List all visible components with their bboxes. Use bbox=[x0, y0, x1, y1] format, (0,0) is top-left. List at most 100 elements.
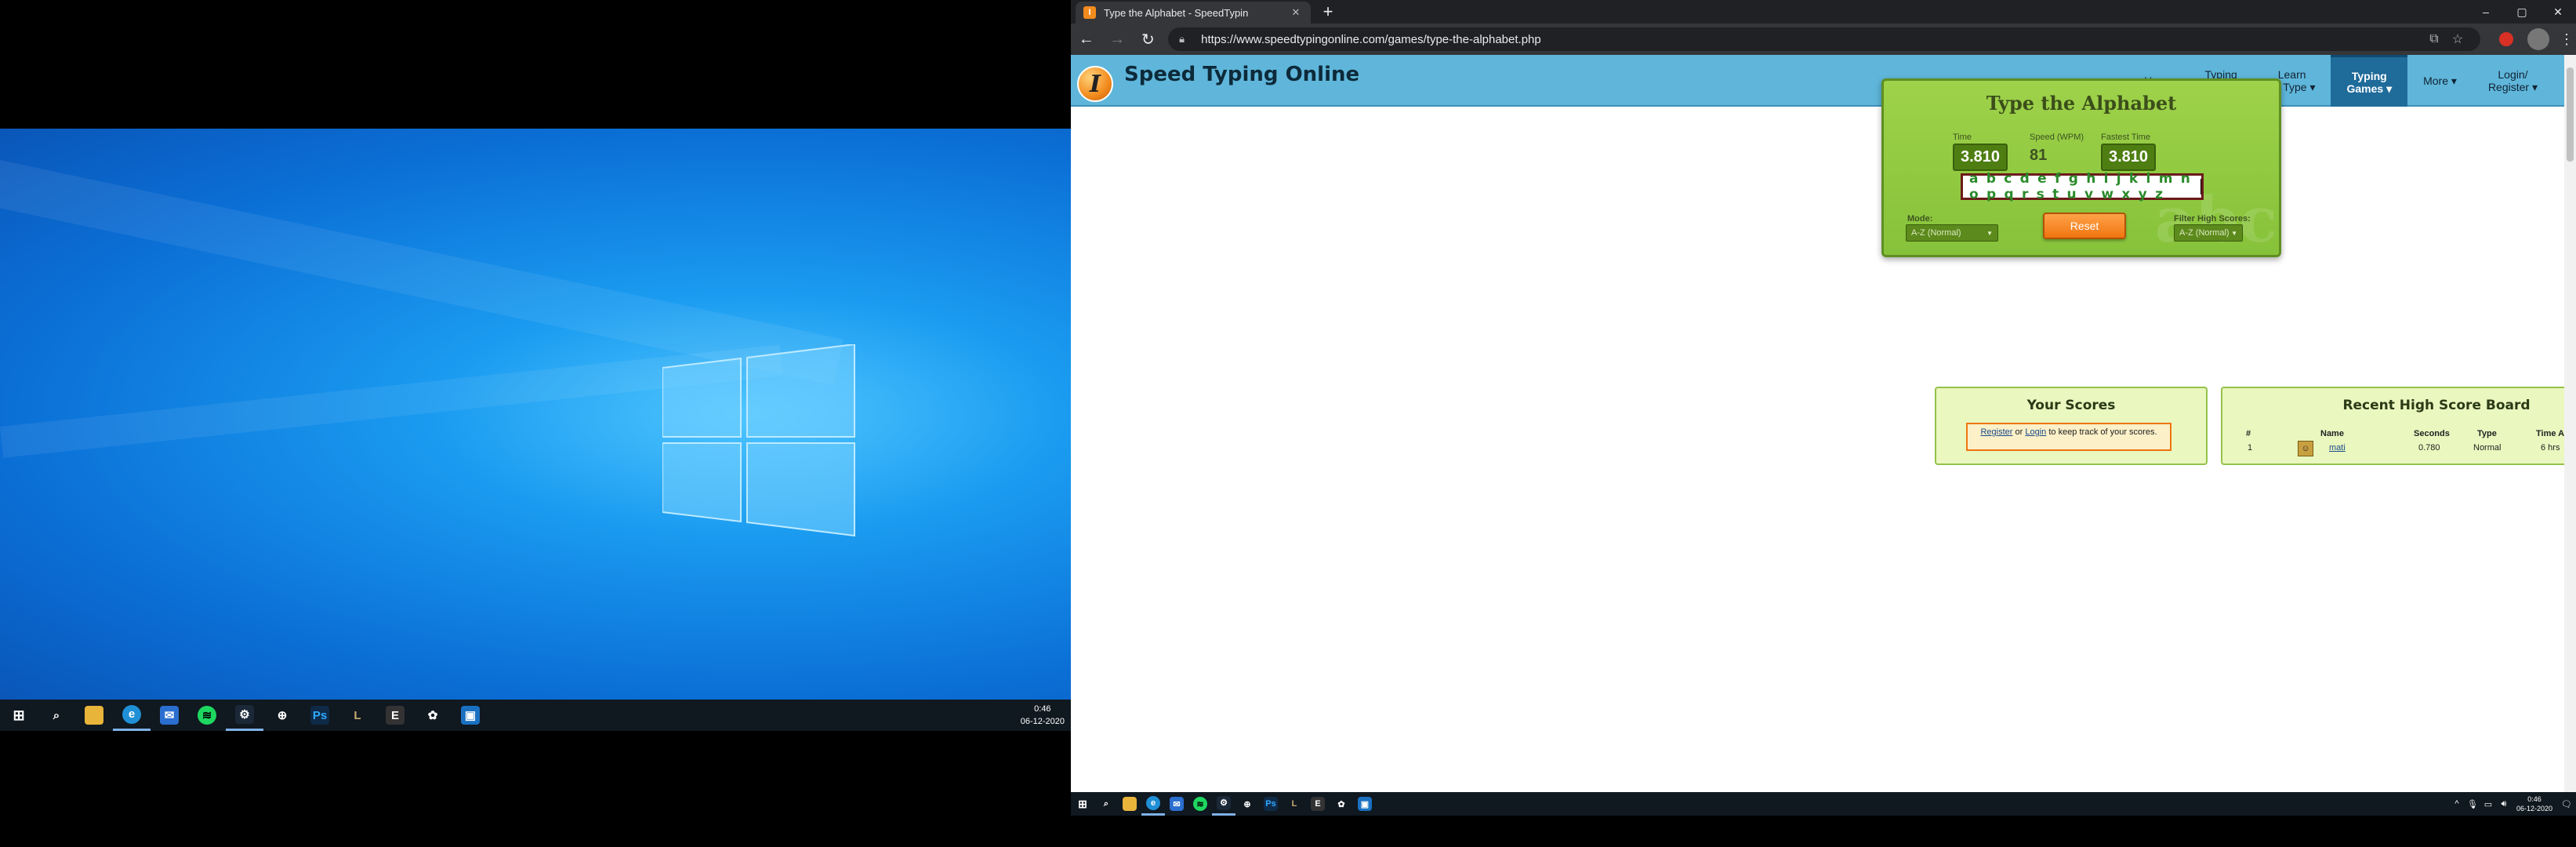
dropdown-caret-icon: ▼ bbox=[2231, 229, 2237, 237]
league-icon[interactable]: L bbox=[339, 700, 376, 731]
app-icon[interactable]: ▣ bbox=[452, 700, 489, 731]
extensions-area: ⋮ bbox=[2496, 28, 2576, 50]
epic-icon[interactable]: E bbox=[376, 700, 414, 731]
notifications-icon[interactable]: 🗨︎ bbox=[2557, 799, 2576, 809]
window-controls: – ▢ ✕ bbox=[2468, 0, 2576, 24]
scroll-thumb[interactable] bbox=[2567, 67, 2574, 162]
search-icon[interactable]: ⌕ bbox=[38, 700, 75, 731]
user-avatar-icon[interactable]: ☺ bbox=[2298, 441, 2313, 456]
fastest-stat: Fastest Time 3.810 bbox=[2101, 133, 2157, 171]
address-bar[interactable]: 🔒︎ https://www.speedtypingonline.com/gam… bbox=[1168, 27, 2480, 51]
start-icon[interactable]: ⊞ bbox=[1071, 792, 1094, 816]
browser-tab-strip: I Type the Alphabet - SpeedTypin ✕ + – ▢… bbox=[1071, 0, 2576, 24]
alphabet-input[interactable]: a b c d e f g h i j k l m n o p q r s t … bbox=[1961, 171, 2204, 202]
url-text[interactable]: https://www.speedtypingonline.com/games/… bbox=[1201, 33, 2422, 46]
nav-more[interactable]: More ▾ bbox=[2407, 55, 2473, 107]
speed-stat: Speed (WPM) 81 bbox=[2030, 133, 2084, 165]
epic-icon[interactable]: E bbox=[1306, 792, 1330, 816]
reset-button[interactable]: Reset bbox=[2043, 213, 2126, 239]
browser-menu-icon[interactable]: ⋮ bbox=[2557, 31, 2576, 48]
edge-icon[interactable]: e bbox=[113, 700, 151, 731]
mode-label: Mode: bbox=[1907, 214, 1933, 224]
browser-tab[interactable]: I Type the Alphabet - SpeedTypin ✕ bbox=[1076, 2, 1311, 24]
edge-icon[interactable]: e bbox=[1141, 792, 1165, 816]
or-text: or bbox=[2015, 427, 2023, 437]
minimize-button[interactable]: – bbox=[2468, 0, 2504, 24]
back-icon[interactable]: ← bbox=[1071, 24, 1101, 55]
mail-icon[interactable]: ✉ bbox=[1165, 792, 1188, 816]
right-clock-date: 06-12-2020 bbox=[2516, 805, 2552, 812]
note-text: to keep track of your scores. bbox=[2048, 427, 2157, 437]
filter-select[interactable]: A-Z (Normal) ▼ bbox=[2174, 224, 2243, 242]
text-caret bbox=[2200, 179, 2201, 194]
reload-icon[interactable]: ↻ bbox=[1133, 24, 1163, 55]
register-link[interactable]: Register bbox=[1980, 427, 2012, 437]
new-tab-button[interactable]: + bbox=[1317, 2, 1339, 22]
settings-icon[interactable]: ✿ bbox=[1330, 792, 1353, 816]
extension-icon[interactable] bbox=[2496, 29, 2516, 49]
site-name[interactable]: Speed Typing Online bbox=[1124, 63, 1359, 86]
search-icon[interactable]: ⌕ bbox=[1094, 792, 1118, 816]
spotify-icon[interactable]: ≋ bbox=[1188, 792, 1212, 816]
tab-close-icon[interactable]: ✕ bbox=[1289, 6, 1303, 19]
site-favicon-icon: I bbox=[1083, 6, 1096, 19]
speed-label: Speed (WPM) bbox=[2030, 133, 2084, 142]
windows-logo-icon bbox=[662, 344, 855, 537]
crosshair-icon[interactable]: ⊕ bbox=[1235, 792, 1259, 816]
left-clock-time: 0:46 bbox=[1034, 704, 1051, 714]
login-note: Register or Login to keep track of your … bbox=[1966, 423, 2171, 451]
right-clock[interactable]: 0:46 06-12-2020 bbox=[2516, 794, 2552, 813]
mode-select[interactable]: A-Z (Normal) ▼ bbox=[1906, 224, 1998, 242]
high-score-title: Recent High Score Board bbox=[2342, 398, 2531, 413]
time-label: Time bbox=[1953, 133, 1972, 142]
mail-icon[interactable]: ✉ bbox=[151, 700, 188, 731]
photoshop-icon[interactable]: Ps bbox=[1259, 792, 1283, 816]
mode-value: A-Z (Normal) bbox=[1911, 228, 1961, 238]
lock-icon[interactable]: 🔒︎ bbox=[1179, 33, 1193, 45]
nav-typing-games[interactable]: Typing Games ▾ bbox=[2331, 55, 2408, 107]
dual-monitor-screen: ⊞ ⌕ e ✉ ≋ ⚙ ⊕ Ps L E ✿ ▣ 0:46 06-12-2020… bbox=[0, 0, 2576, 847]
nav-login-register[interactable]: Login/ Register ▾ bbox=[2473, 55, 2553, 107]
network-icon[interactable]: ▭ bbox=[2480, 799, 2496, 809]
bookmark-star-icon[interactable]: ☆ bbox=[2446, 31, 2469, 47]
typed-text: a b c d e f g h i j k l m n o p q r s t … bbox=[1969, 171, 2193, 202]
left-taskbar: ⊞ ⌕ e ✉ ≋ ⚙ ⊕ Ps L E ✿ ▣ 0:46 06-12-2020 bbox=[0, 700, 1071, 731]
app-icon[interactable]: ▣ bbox=[1353, 792, 1377, 816]
close-button[interactable]: ✕ bbox=[2540, 0, 2576, 24]
fastest-value: 3.810 bbox=[2101, 144, 2157, 171]
col-rank: # bbox=[2246, 429, 2251, 438]
game-title: Type the Alphabet bbox=[1986, 92, 2177, 115]
forward-icon[interactable]: → bbox=[1101, 24, 1132, 55]
row-name-link[interactable]: mati bbox=[2329, 443, 2346, 453]
microphone-icon[interactable]: 🎙︎ bbox=[2465, 799, 2480, 809]
left-monitor: ⊞ ⌕ e ✉ ≋ ⚙ ⊕ Ps L E ✿ ▣ 0:46 06-12-2020 bbox=[0, 0, 1071, 847]
install-app-icon[interactable]: ⧉ bbox=[2422, 32, 2446, 46]
steam-icon[interactable]: ⚙ bbox=[226, 700, 263, 731]
right-taskbar: ⊞ ⌕ e ✉ ≋ ⚙ ⊕ Ps L E ✿ ▣ ^ 🎙︎ ▭ 🔊︎ 0:46 … bbox=[1071, 792, 2576, 816]
settings-icon[interactable]: ✿ bbox=[414, 700, 452, 731]
right-monitor: I Type the Alphabet - SpeedTypin ✕ + – ▢… bbox=[1071, 0, 2576, 847]
site-logo[interactable]: I bbox=[1077, 58, 1113, 110]
your-scores-panel: Your Scores Register or Login to keep tr… bbox=[1935, 387, 2208, 465]
file-explorer-icon[interactable] bbox=[75, 700, 113, 731]
file-explorer-icon[interactable] bbox=[1118, 792, 1141, 816]
league-icon[interactable]: L bbox=[1283, 792, 1306, 816]
profile-avatar[interactable] bbox=[2527, 28, 2549, 50]
row-rank: 1 bbox=[2248, 443, 2253, 453]
maximize-button[interactable]: ▢ bbox=[2504, 0, 2540, 24]
start-icon[interactable]: ⊞ bbox=[0, 700, 38, 731]
page-scrollbar[interactable] bbox=[2564, 55, 2576, 792]
show-hidden-icons-icon[interactable]: ^ bbox=[2449, 799, 2465, 809]
tab-title: Type the Alphabet - SpeedTypin bbox=[1104, 6, 1249, 19]
login-link[interactable]: Login bbox=[2025, 427, 2046, 437]
system-tray: ^ 🎙︎ ▭ 🔊︎ 0:46 06-12-2020 🗨︎ bbox=[2449, 792, 2576, 816]
dropdown-caret-icon: ▼ bbox=[1986, 229, 1993, 237]
spotify-icon[interactable]: ≋ bbox=[188, 700, 226, 731]
left-clock[interactable]: 0:46 06-12-2020 bbox=[1021, 703, 1065, 728]
page-viewport: I Speed Typing Online Home Typing Test L… bbox=[1071, 55, 2564, 792]
steam-icon[interactable]: ⚙ bbox=[1212, 792, 1235, 816]
crosshair-icon[interactable]: ⊕ bbox=[263, 700, 301, 731]
site-header: I Speed Typing Online Home Typing Test L… bbox=[1071, 55, 2564, 107]
photoshop-icon[interactable]: Ps bbox=[301, 700, 339, 731]
volume-icon[interactable]: 🔊︎ bbox=[2496, 799, 2512, 809]
